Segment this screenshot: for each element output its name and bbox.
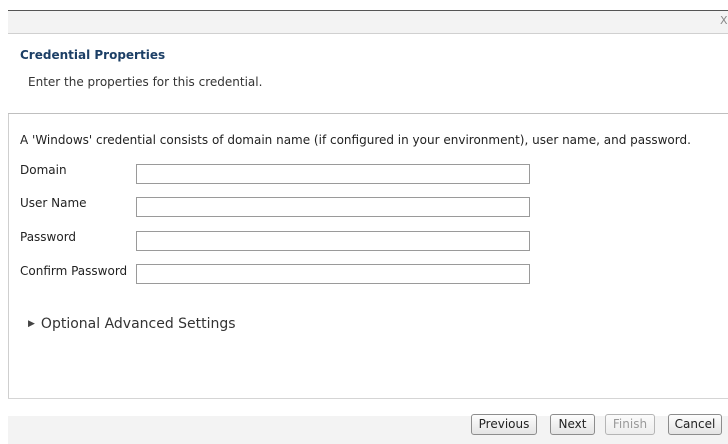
content-panel	[8, 114, 728, 398]
divider	[8, 33, 728, 34]
previous-button[interactable]: Previous	[471, 414, 537, 435]
advanced-settings-label: Optional Advanced Settings	[40, 316, 236, 332]
cancel-button[interactable]: Cancel	[668, 414, 722, 435]
page-description: Enter the properties for this credential…	[28, 75, 263, 89]
title-strip	[8, 11, 728, 33]
confirm-password-label: Confirm Password	[20, 264, 128, 278]
finish-button[interactable]: Finish	[605, 414, 655, 435]
domain-field[interactable]	[136, 164, 530, 184]
page-title: Credential Properties	[20, 48, 166, 62]
close-icon[interactable]: X	[720, 14, 728, 28]
password-field[interactable]	[136, 231, 530, 251]
user-name-field[interactable]	[136, 197, 530, 217]
password-label: Password	[20, 230, 77, 244]
domain-label: Domain	[20, 163, 67, 177]
optional-advanced-settings-toggle[interactable]: ▶ Optional Advanced Settings	[28, 316, 236, 332]
next-button[interactable]: Next	[550, 414, 595, 435]
divider	[8, 398, 728, 399]
user-name-label: User Name	[20, 196, 87, 210]
credential-intro-text: A 'Windows' credential consists of domai…	[20, 133, 691, 147]
confirm-password-field[interactable]	[136, 264, 530, 284]
expand-triangle-icon: ▶	[28, 319, 35, 329]
